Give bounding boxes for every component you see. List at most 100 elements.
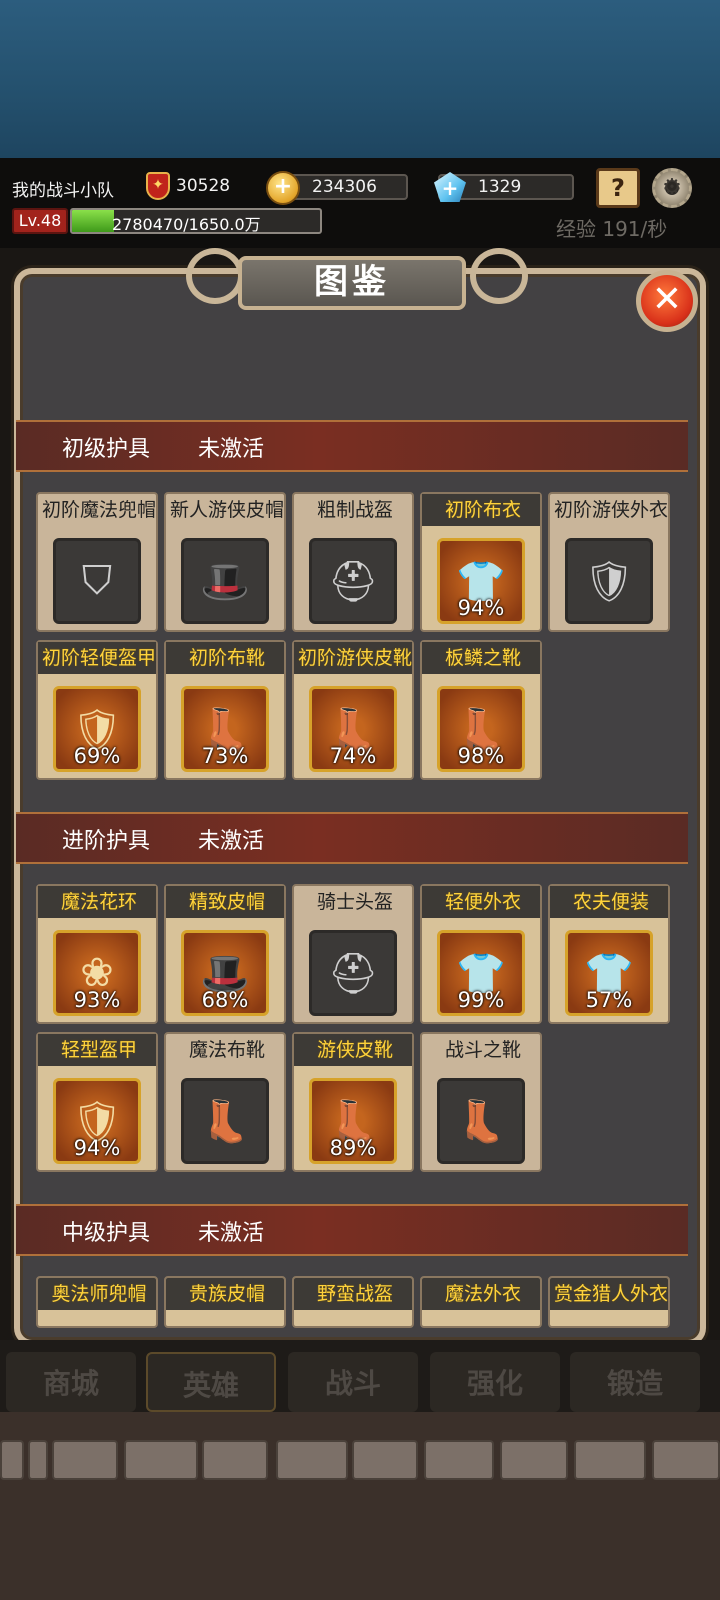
power-icon: ✦	[146, 172, 170, 200]
collection-card[interactable]: 魔法布靴 👢	[164, 1032, 286, 1172]
collection-card[interactable]: 板鳞之靴 👢 98%	[420, 640, 542, 780]
title-ornament-left	[186, 248, 244, 304]
collection-card[interactable]: 轻便外衣 👕 99%	[420, 884, 542, 1024]
collection-card[interactable]: 农夫便装 👕 57%	[548, 884, 670, 1024]
section-title: 初级护具	[62, 437, 151, 462]
exp-text: 2780470/1650.0万	[112, 215, 261, 234]
ground-brick	[500, 1440, 568, 1480]
card-name: 轻便外衣	[444, 891, 521, 913]
ground-brick	[276, 1440, 348, 1480]
ground-brick	[0, 1440, 24, 1480]
card-name: 骑士头盔	[316, 891, 393, 913]
card-name: 初阶布衣	[444, 499, 521, 521]
card-name: 新人游侠皮帽	[169, 499, 284, 521]
power-value: 30528	[176, 176, 231, 196]
ground-brick	[202, 1440, 268, 1480]
collection-card[interactable]: 初阶魔法兜帽 ⛉	[36, 492, 158, 632]
collection-percent: 94%	[73, 1136, 121, 1160]
section-status: 未激活	[198, 437, 265, 462]
book-question-icon[interactable]: ?	[596, 168, 640, 208]
collection-percent: 98%	[457, 744, 505, 768]
gold-value: 234306	[312, 177, 377, 197]
collection-card[interactable]: 骑士头盔 ⛑	[292, 884, 414, 1024]
gem-value: 1329	[478, 177, 522, 197]
card-name: 野蛮战盔	[316, 1283, 393, 1305]
card-name: 游侠皮靴	[316, 1039, 393, 1061]
collection-card[interactable]: 精致皮帽 🎩 68%	[164, 884, 286, 1024]
collection-card[interactable]: 战斗之靴 👢	[420, 1032, 542, 1172]
collection-card[interactable]: 新人游侠皮帽 🎩	[164, 492, 286, 632]
collection-card[interactable]: 初阶布衣 👕 94%	[420, 492, 542, 632]
collection-percent: 74%	[329, 744, 377, 768]
card-name: 魔法花环	[60, 891, 137, 913]
card-name: 农夫便装	[572, 891, 649, 913]
collection-percent: 93%	[73, 988, 121, 1012]
ground-brick	[52, 1440, 118, 1480]
helmet-icon: ⛑	[309, 538, 397, 624]
section-title: 进阶护具	[62, 829, 151, 854]
collection-card[interactable]: 野蛮战盔	[292, 1276, 414, 1328]
collection-card[interactable]: 贵族皮帽	[164, 1276, 286, 1328]
card-name: 战斗之靴	[444, 1039, 521, 1061]
collection-percent: 99%	[457, 988, 505, 1012]
card-name: 初阶游侠外衣	[553, 499, 668, 521]
collection-card[interactable]: 初阶游侠皮靴 👢 74%	[292, 640, 414, 780]
ground-brick	[124, 1440, 198, 1480]
exp-bar-fill	[72, 210, 114, 232]
knight-helmet-icon: ⛑	[309, 930, 397, 1016]
card-name: 初阶游侠皮靴	[297, 647, 412, 669]
card-name: 精致皮帽	[188, 891, 265, 913]
ranger-coat-icon: 🛡	[565, 538, 653, 624]
collection-percent: 57%	[585, 988, 633, 1012]
collection-card[interactable]: 魔法外衣	[420, 1276, 542, 1328]
title-ornament-right	[470, 248, 528, 304]
collection-card[interactable]: 初阶轻便盔甲 🛡 69%	[36, 640, 158, 780]
card-name: 初阶布靴	[188, 647, 265, 669]
card-name: 奥法师兜帽	[51, 1283, 147, 1305]
ground-brick	[424, 1440, 494, 1480]
dialog-title: 图鉴	[238, 256, 466, 310]
ground-brick	[652, 1440, 720, 1480]
section-status: 未激活	[198, 829, 265, 854]
collection-card[interactable]: 魔法花环 ❀ 93%	[36, 884, 158, 1024]
card-name: 魔法布靴	[188, 1039, 265, 1061]
scene-background	[0, 0, 720, 158]
card-name: 初阶轻便盔甲	[41, 647, 156, 669]
section-title: 中级护具	[62, 1221, 151, 1246]
ground-brick	[574, 1440, 646, 1480]
collection-card[interactable]: 奥法师兜帽	[36, 1276, 158, 1328]
section-status: 未激活	[198, 1221, 265, 1246]
collection-card[interactable]: 游侠皮靴 👢 89%	[292, 1032, 414, 1172]
gold-coin-icon[interactable]: +	[266, 171, 300, 205]
card-name: 轻型盔甲	[60, 1039, 137, 1061]
card-name: 初阶魔法兜帽	[41, 499, 156, 521]
tab-1[interactable]: 英雄	[146, 1352, 276, 1412]
gear-icon[interactable]: ⚙	[652, 168, 692, 208]
tab-3[interactable]: 强化	[430, 1352, 560, 1412]
ground-brick	[28, 1440, 48, 1480]
collection-percent: 68%	[201, 988, 249, 1012]
ground-brick	[352, 1440, 418, 1480]
exp-bar: 2780470/1650.0万	[70, 208, 322, 234]
magic-boots-icon: 👢	[181, 1078, 269, 1164]
card-name: 赏金猎人外衣	[553, 1283, 668, 1305]
tab-2[interactable]: 战斗	[288, 1352, 418, 1412]
level-badge: Lv.48	[12, 208, 68, 234]
collection-card[interactable]: 赏金猎人外衣	[548, 1276, 670, 1328]
wizard-hat-icon: ⛉	[53, 538, 141, 624]
collection-percent: 89%	[329, 1136, 377, 1160]
collection-card[interactable]: 初阶游侠外衣 🛡	[548, 492, 670, 632]
card-name: 贵族皮帽	[188, 1283, 265, 1305]
close-button[interactable]: ✕	[636, 270, 698, 332]
card-name: 板鳞之靴	[444, 647, 521, 669]
card-name: 粗制战盔	[316, 499, 393, 521]
collection-card[interactable]: 粗制战盔 ⛑	[292, 492, 414, 632]
collection-card[interactable]: 初阶布靴 👢 73%	[164, 640, 286, 780]
feather-hat-icon: 🎩	[181, 538, 269, 624]
collection-card[interactable]: 轻型盔甲 🛡 94%	[36, 1032, 158, 1172]
tab-0[interactable]: 商城	[6, 1352, 136, 1412]
collection-percent: 69%	[73, 744, 121, 768]
team-name[interactable]: 我的战斗小队	[12, 176, 114, 201]
tab-4[interactable]: 锻造	[570, 1352, 700, 1412]
battle-boots-icon: 👢	[437, 1078, 525, 1164]
